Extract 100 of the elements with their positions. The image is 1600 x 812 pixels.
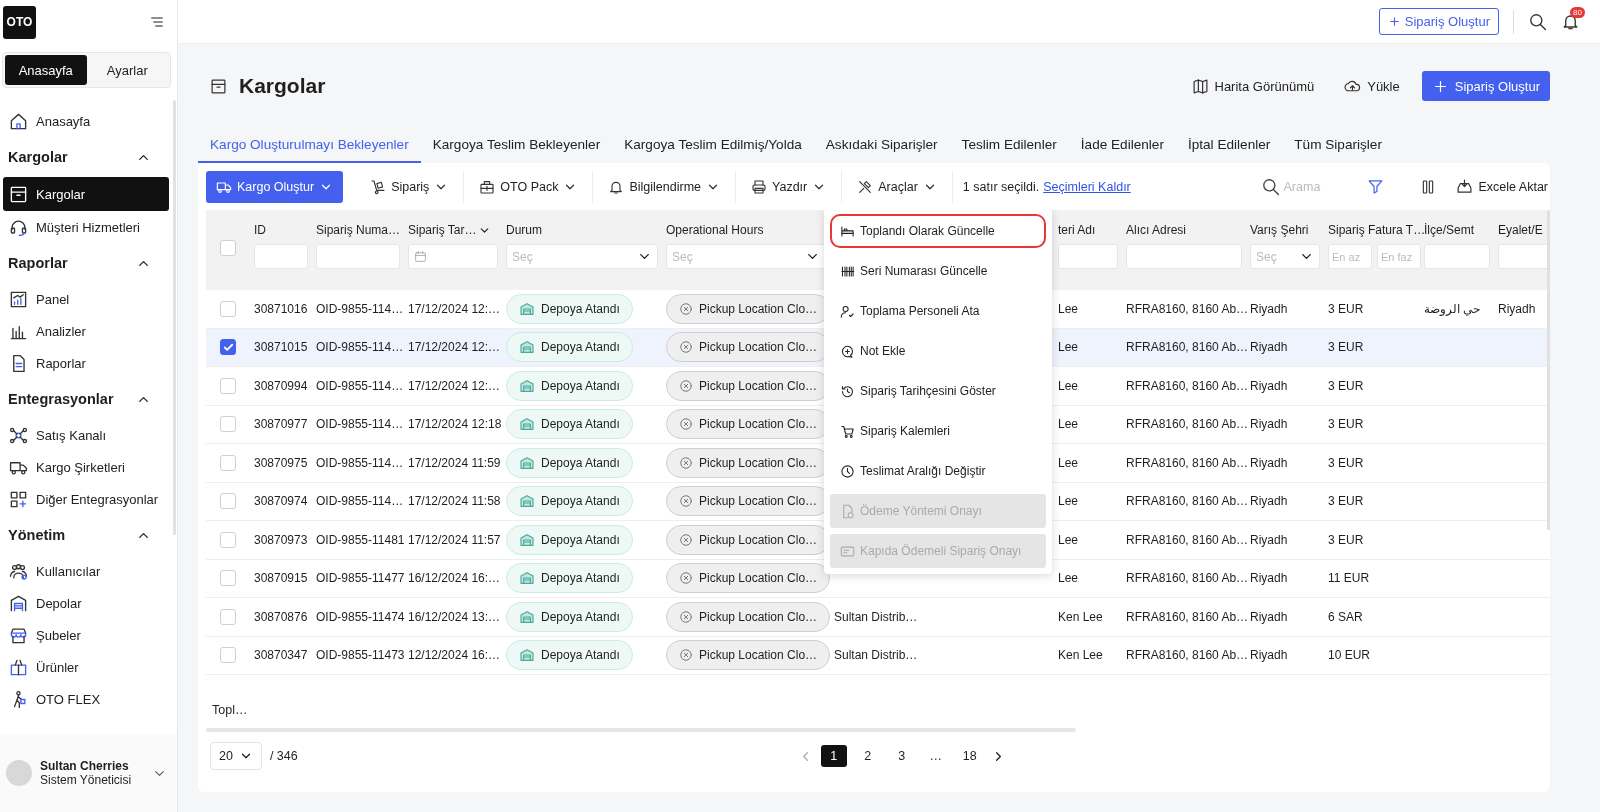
tab[interactable]: İade Edilenler	[1068, 128, 1176, 163]
max-field[interactable]: En faz	[1377, 244, 1421, 269]
clear-selection-link[interactable]: Seçimleri Kaldır	[1043, 179, 1131, 194]
filter-field[interactable]	[1058, 244, 1118, 269]
nav-item[interactable]: Diğer Entegrasyonlar	[3, 483, 169, 515]
filter-field[interactable]	[316, 244, 400, 269]
tab[interactable]: İptal Edilenler	[1175, 128, 1283, 163]
segment-tab[interactable]: Ayarlar	[86, 55, 168, 85]
menu-item[interactable]: Toplandı Olarak Güncelle	[830, 214, 1046, 248]
table-cell: Lee	[1058, 455, 1079, 470]
nav-item[interactable]: Kullanıcılar	[3, 555, 169, 587]
filter-field[interactable]	[1424, 244, 1490, 269]
notification-badge: 80	[1570, 7, 1585, 18]
column-header: Sipariş Tar…	[408, 223, 477, 237]
row-checkbox[interactable]	[220, 339, 236, 356]
nav-item[interactable]: Şubeler	[3, 619, 169, 651]
table-cell: Lee	[1058, 340, 1079, 355]
home-icon	[9, 111, 28, 131]
nav-item[interactable]: Depolar	[3, 587, 169, 619]
clock-icon	[840, 463, 855, 479]
nav-group-header[interactable]: Kargolar	[0, 137, 173, 177]
table-cell: 3 EUR	[1328, 378, 1364, 393]
toolbar-menu-button[interactable]: Bilgilendirme	[593, 170, 737, 203]
close-circle-icon	[679, 417, 693, 432]
table-cell: RFRA8160, 8160 Ab…	[1126, 455, 1249, 470]
nav-item[interactable]: Kargolar	[3, 177, 169, 211]
warehouse-icon	[519, 454, 535, 471]
nav-item[interactable]: Ürünler	[3, 651, 169, 683]
create-order-button[interactable]: Sipariş Oluştur	[1378, 8, 1499, 35]
printer-icon	[751, 178, 768, 195]
menu-item[interactable]: Seri Numarası Güncelle	[830, 254, 1046, 288]
nav-group-header[interactable]: Raporlar	[0, 243, 173, 283]
plus-icon	[1387, 15, 1401, 28]
table-cell: RFRA8160, 8160 Ab…	[1126, 648, 1249, 663]
warehouse-icon	[519, 608, 535, 625]
nav-group-header[interactable]: Entegrasyonlar	[0, 379, 173, 419]
nav-item[interactable]: Satış Kanalı	[3, 419, 169, 451]
menu-item[interactable]: Teslimat Aralığı Değiştir	[830, 454, 1046, 488]
nav-item[interactable]: Anasayfa	[3, 105, 169, 137]
tab[interactable]: Tüm Siparişler	[1282, 128, 1394, 163]
nav-item[interactable]: Panel	[3, 283, 169, 315]
toolbar-menu-button[interactable]: Araçlar	[842, 170, 953, 203]
page-button[interactable]: 2	[854, 745, 881, 767]
table-cell: Riyadh	[1250, 301, 1288, 316]
page-button[interactable]: 1	[820, 745, 847, 767]
tab[interactable]: Askıdaki Siparişler	[813, 128, 950, 163]
total-count: / 346	[269, 749, 298, 763]
table-cell: Riyadh	[1250, 340, 1288, 355]
export-button[interactable]: Excele Aktar	[1453, 178, 1550, 195]
table-cell: 11 EUR	[1328, 571, 1370, 586]
table-cell: 3 EUR	[1328, 340, 1364, 355]
nav-group-header[interactable]: Yönetim	[0, 515, 173, 555]
page-button[interactable]: 18	[956, 745, 983, 767]
column-header: Eyalet/E	[1498, 223, 1543, 237]
search-icon[interactable]	[1528, 12, 1547, 31]
table-cell: OID-9855-11473	[316, 648, 405, 663]
filter-field[interactable]	[1498, 244, 1550, 269]
table-cell: RFRA8160, 8160 Ab…	[1126, 417, 1249, 432]
select-all-checkbox[interactable]	[220, 240, 236, 256]
close-circle-icon	[679, 571, 693, 586]
nav-item[interactable]: Müşteri Hizmetleri	[3, 211, 169, 243]
date-filter-field[interactable]	[408, 244, 498, 269]
min-field[interactable]: En az	[1328, 244, 1372, 269]
nav-item[interactable]: Analizler	[3, 315, 169, 347]
menu-item[interactable]: Not Ekle	[830, 334, 1046, 368]
tab[interactable]: Kargoya Teslim Bekleyenler	[420, 128, 613, 163]
table-cell: Lee	[1058, 494, 1079, 509]
hours-label: Pickup Location Clo…	[699, 378, 818, 393]
menu-item[interactable]: Sipariş Kalemleri	[830, 414, 1046, 448]
barcode-icon	[840, 263, 855, 279]
tab[interactable]: Kargoya Teslim Edilmiş/Yolda	[612, 128, 814, 163]
warehouse-icon	[519, 493, 535, 510]
filter-field[interactable]	[254, 244, 308, 269]
menu-item[interactable]: Sipariş Tarihçesini Göster	[830, 374, 1046, 408]
table-cell: 3 EUR	[1328, 417, 1364, 432]
hours-label: Pickup Location Clo…	[699, 455, 818, 470]
page-size-dropdown[interactable]: 20	[210, 742, 262, 770]
bell-icon[interactable]	[1561, 12, 1580, 31]
toolbar-menu-button[interactable]: OTO Pack	[464, 170, 594, 203]
nav-item[interactable]: OTO FLEX	[3, 683, 169, 715]
toolbar-menu-button[interactable]: Kargo Oluştur	[206, 170, 344, 203]
table-cell: Lee	[1058, 378, 1079, 393]
action-button[interactable]: Yükle	[1340, 71, 1404, 101]
menu-icon[interactable]	[149, 14, 165, 30]
page-button[interactable]: 3	[888, 745, 915, 767]
create-order-button[interactable]: Sipariş Oluştur	[1421, 71, 1550, 101]
close-circle-icon	[679, 301, 693, 316]
toolbar-menu-button[interactable]: Yazdır	[736, 170, 843, 203]
warehouse-icon	[9, 593, 28, 613]
segment-tab[interactable]: Anasayfa	[5, 55, 87, 85]
filter-field[interactable]	[1126, 244, 1242, 269]
action-button[interactable]: Harita Görünümü	[1187, 71, 1319, 101]
filter-icon[interactable]	[1366, 178, 1384, 195]
toolbar-menu-button[interactable]: Sipariş	[355, 170, 465, 203]
nav-item[interactable]: Raporlar	[3, 347, 169, 379]
tab[interactable]: Teslim Edilenler	[949, 128, 1069, 163]
warehouse-icon	[519, 570, 535, 587]
page-button[interactable]: …	[922, 745, 949, 767]
menu-item[interactable]: Toplama Personeli Ata	[830, 294, 1046, 328]
nav-item[interactable]: Kargo Şirketleri	[3, 451, 169, 483]
